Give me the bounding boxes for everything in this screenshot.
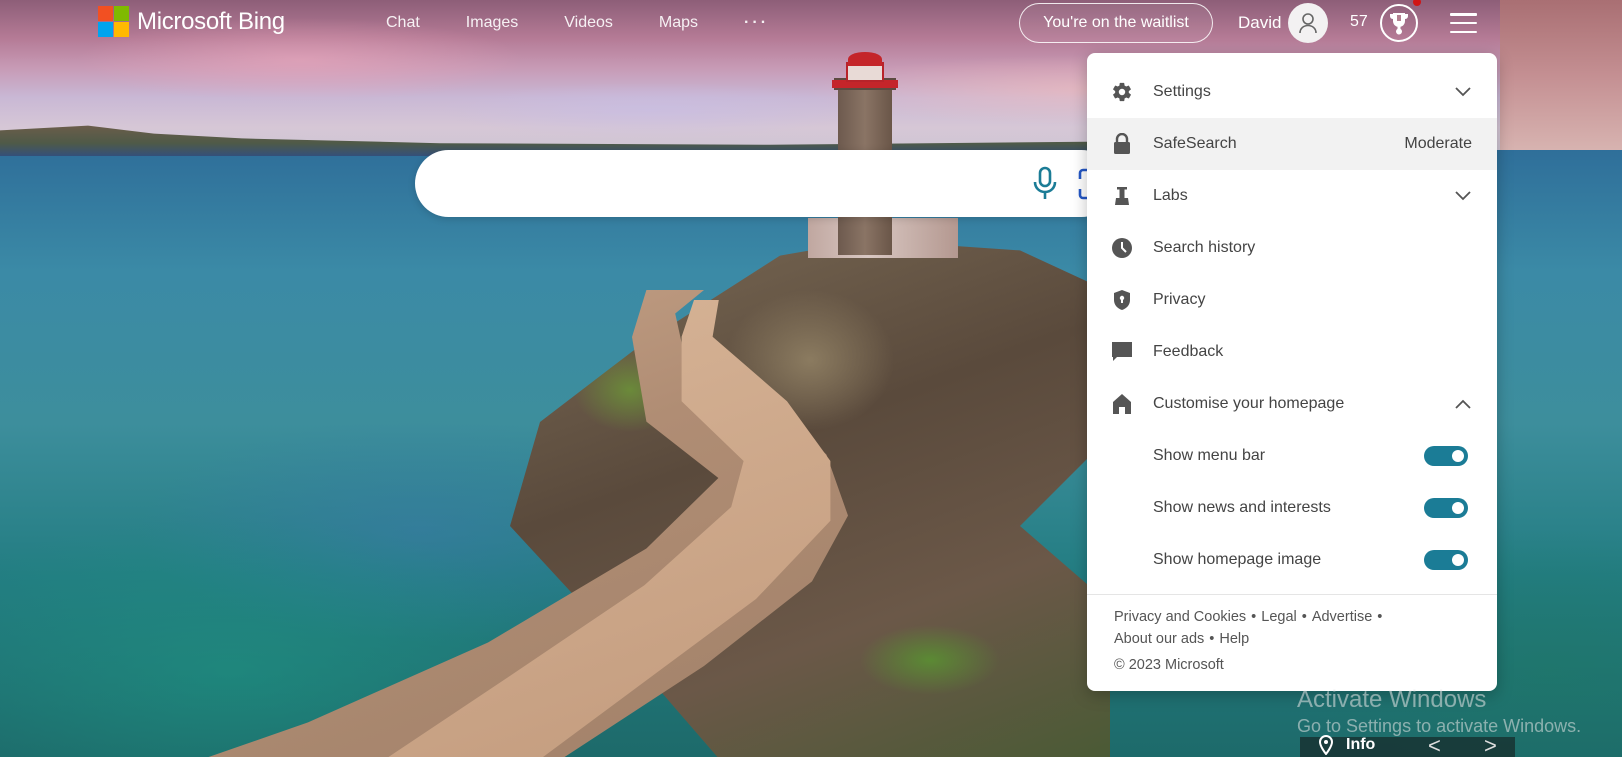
show-homepage-image-toggle[interactable] <box>1424 550 1468 570</box>
option-show-menu-bar: Show menu bar <box>1087 430 1497 482</box>
gear-icon <box>1111 81 1133 103</box>
logo-square-red <box>98 6 113 21</box>
home-icon <box>1111 393 1133 415</box>
toggle-knob <box>1452 502 1464 514</box>
avatar[interactable] <box>1288 3 1328 43</box>
separator: • <box>1377 609 1383 625</box>
menu-item-feedback[interactable]: Feedback <box>1087 326 1497 378</box>
rewards-points[interactable]: 57 <box>1350 13 1368 31</box>
menu-item-label: Search history <box>1153 239 1256 256</box>
footer-links: Privacy and Cookies • Legal • Advertise • Abo… <box>1114 606 1444 650</box>
waitlist-button[interactable]: You're on the waitlist <box>1019 3 1213 43</box>
menu-item-label: Feedback <box>1153 343 1224 360</box>
user-name[interactable]: David <box>1238 13 1281 33</box>
link-privacy-cookies[interactable]: Privacy and Cookies <box>1114 609 1246 625</box>
menu-item-settings[interactable]: Settings <box>1087 66 1497 118</box>
menu-item-label: Privacy <box>1153 291 1206 308</box>
activate-windows-watermark: Activate Windows Go to Settings to activ… <box>1297 686 1581 737</box>
toggle-knob <box>1452 450 1464 462</box>
option-label: Show news and interests <box>1153 499 1331 516</box>
option-label: Show menu bar <box>1153 447 1266 464</box>
menu-item-privacy[interactable]: Privacy <box>1087 274 1497 326</box>
microphone-icon[interactable] <box>1032 166 1058 202</box>
menu-item-customise-homepage[interactable]: Customise your homepage <box>1087 378 1497 430</box>
header: Microsoft Bing Chat Images Videos Maps ·… <box>0 0 1622 48</box>
image-info-bar: Info < > <box>1300 733 1515 757</box>
logo-text: Microsoft Bing <box>137 7 285 35</box>
toggle-knob <box>1452 554 1464 566</box>
link-advertise[interactable]: Advertise <box>1312 609 1372 625</box>
search-box <box>415 150 1115 217</box>
link-help[interactable]: Help <box>1219 631 1249 647</box>
chevron-up-icon <box>1455 399 1471 409</box>
top-nav: Chat Images Videos Maps ··· <box>386 14 815 32</box>
chevron-down-icon <box>1455 191 1471 201</box>
location-pin-icon <box>1318 735 1334 755</box>
option-label: Show homepage image <box>1153 551 1322 568</box>
separator: • <box>1251 609 1257 625</box>
hamburger-menu-button[interactable] <box>1450 13 1477 33</box>
option-show-homepage-image: Show homepage image <box>1087 534 1497 586</box>
shield-icon <box>1111 289 1133 311</box>
menu-item-label: Customise your homepage <box>1153 395 1345 412</box>
logo-square-blue <box>98 22 113 37</box>
separator: • <box>1301 609 1307 625</box>
divider <box>1087 594 1497 595</box>
menu-item-labs[interactable]: Labs <box>1087 170 1497 222</box>
show-menu-bar-toggle[interactable] <box>1424 446 1468 466</box>
nav-chat[interactable]: Chat <box>386 14 420 32</box>
bing-logo[interactable]: Microsoft Bing <box>98 6 285 37</box>
microsoft-logo-icon <box>98 6 129 37</box>
rewards-button[interactable] <box>1380 4 1418 42</box>
nav-maps[interactable]: Maps <box>659 14 698 32</box>
info-label: Info <box>1346 736 1376 753</box>
lighthouse-dome <box>848 52 882 66</box>
hamburger-line <box>1450 30 1477 33</box>
menu-item-search-history[interactable]: Search history <box>1087 222 1497 274</box>
hamburger-line <box>1450 13 1477 16</box>
link-about-our-ads[interactable]: About our ads <box>1114 631 1204 647</box>
search-input[interactable] <box>445 168 1025 198</box>
nav-images[interactable]: Images <box>466 14 518 32</box>
settings-menu-panel: Settings SafeSearch Moderate Labs Search… <box>1087 53 1497 691</box>
notification-dot <box>1413 0 1421 6</box>
copyright: © 2023 Microsoft <box>1114 657 1224 673</box>
previous-image-button[interactable]: < <box>1428 733 1441 757</box>
trophy-icon <box>1390 13 1408 35</box>
separator: • <box>1209 631 1215 647</box>
info-button[interactable]: Info <box>1318 735 1375 755</box>
logo-square-yellow <box>114 22 129 37</box>
menu-item-label: SafeSearch <box>1153 135 1237 152</box>
logo-square-green <box>114 6 129 21</box>
option-show-news-and-interests: Show news and interests <box>1087 482 1497 534</box>
show-news-toggle[interactable] <box>1424 498 1468 518</box>
nav-videos[interactable]: Videos <box>564 14 613 32</box>
flask-icon <box>1111 185 1133 207</box>
clock-icon <box>1111 237 1133 259</box>
hamburger-line <box>1450 21 1477 25</box>
chevron-down-icon <box>1455 87 1471 97</box>
lock-icon <box>1111 133 1133 155</box>
menu-item-safesearch[interactable]: SafeSearch Moderate <box>1087 118 1497 170</box>
menu-item-label: Labs <box>1153 187 1188 204</box>
feedback-icon <box>1111 341 1133 363</box>
nav-more[interactable]: ··· <box>744 14 769 32</box>
watermark-title: Activate Windows <box>1297 686 1487 713</box>
user-icon <box>1299 13 1317 34</box>
menu-item-label: Settings <box>1153 83 1211 100</box>
next-image-button[interactable]: > <box>1484 733 1497 757</box>
safesearch-value: Moderate <box>1404 135 1472 152</box>
link-legal[interactable]: Legal <box>1261 609 1296 625</box>
